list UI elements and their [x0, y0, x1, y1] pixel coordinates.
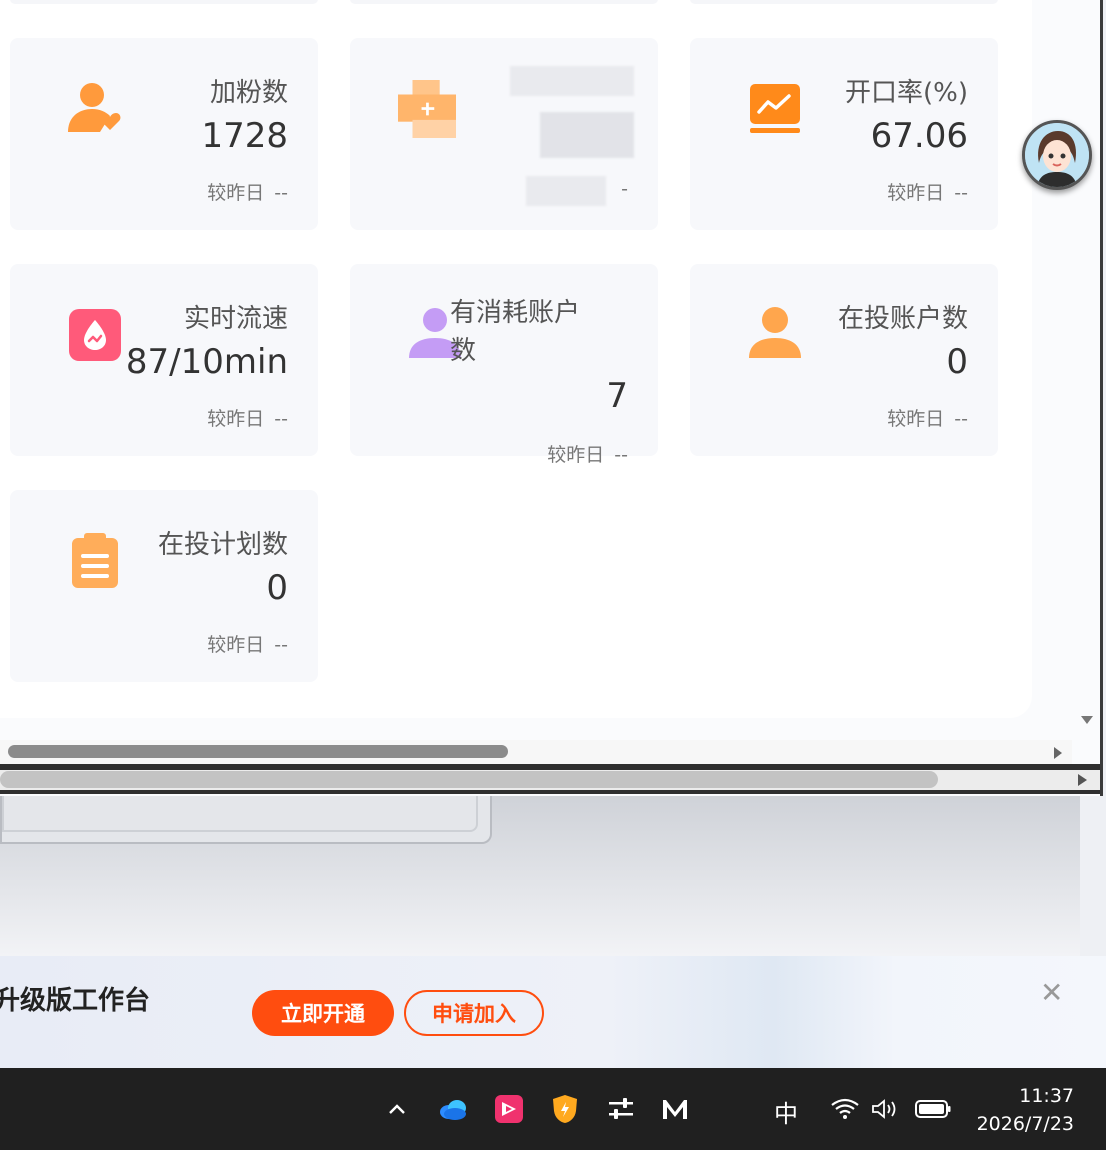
card-compare: 较昨日 -- [207, 404, 288, 431]
sliders-icon[interactable] [606, 1094, 636, 1124]
card-compare: 较昨日 -- [887, 404, 968, 431]
clock-date: 2026/7/23 [976, 1113, 1074, 1135]
system-clock[interactable]: 11:37 2026/7/23 [977, 1082, 1074, 1138]
user-orange-icon [746, 306, 804, 364]
card-value: 87/10min [125, 342, 288, 382]
compare-value: -- [614, 444, 628, 466]
wifi-icon[interactable] [830, 1094, 860, 1124]
background-window-edge [0, 796, 492, 844]
blurred-title [510, 66, 634, 96]
volume-icon[interactable] [870, 1094, 900, 1124]
dashboard-panel: 加粉数 1728 较昨日 -- - 开口率(%) 67.06 较昨日 -- 实时… [0, 0, 1032, 718]
apply-join-button[interactable]: 申请加入 [404, 990, 544, 1036]
card-value: 67.06 [870, 116, 968, 156]
app-pink-icon[interactable] [494, 1094, 524, 1124]
card-value: 0 [266, 568, 288, 608]
card-compare: 较昨日 -- [207, 178, 288, 205]
blurred-value [540, 112, 634, 158]
card-title: 在投计划数 [157, 530, 288, 560]
card-compare: 较昨日 -- [547, 440, 628, 467]
promo-text: 升级版工作台 [0, 986, 151, 1016]
trend-chart-icon [746, 80, 804, 138]
mi-logo-icon[interactable] [660, 1094, 690, 1124]
card-compare: 较昨日 -- [207, 630, 288, 657]
compare-label: 较昨日 [887, 182, 945, 204]
scrollbar-thumb[interactable] [0, 771, 938, 788]
clock-time: 11:37 [1019, 1085, 1074, 1107]
shield-icon[interactable] [550, 1094, 580, 1124]
stat-card-flow-rate[interactable]: 实时流速 87/10min 较昨日 -- [10, 264, 318, 456]
assistant-avatar-button[interactable] [1022, 120, 1092, 190]
compare-value: -- [274, 634, 288, 656]
blurred-add-icon [398, 80, 456, 138]
user-heart-icon [66, 80, 124, 138]
stat-card-active-accounts[interactable]: 在投账户数 0 较昨日 -- [690, 264, 998, 456]
browser-window: 加粉数 1728 较昨日 -- - 开口率(%) 67.06 较昨日 -- 实时… [0, 0, 1103, 796]
blurred-compare [526, 176, 606, 206]
card-title: 在投账户数 [837, 304, 968, 334]
scroll-right-arrow-icon[interactable] [1078, 774, 1087, 786]
card-value: 1728 [201, 116, 288, 156]
card-value: 0 [946, 342, 968, 382]
flow-drop-icon [66, 306, 124, 364]
stat-card-blurred[interactable]: - [350, 38, 658, 230]
stat-card-open-rate[interactable]: 开口率(%) 67.06 较昨日 -- [690, 38, 998, 230]
card-title: 实时流速 [183, 304, 288, 334]
compare-value: -- [954, 408, 968, 430]
promo-banner: 升级版工作台 立即开通 申请加入 ✕ [0, 956, 1106, 1068]
taskbar: 中 11:37 2026/7/23 [0, 1068, 1106, 1150]
compare-value: -- [274, 408, 288, 430]
compare-label: 较昨日 [547, 444, 605, 466]
stat-card-consuming-accounts[interactable]: 有消耗账户数 7 较昨日 -- [350, 264, 658, 466]
compare-value: -- [274, 182, 288, 204]
card-title: 加粉数 [209, 78, 288, 108]
compare-label: 较昨日 [207, 408, 265, 430]
scrollbar-thumb[interactable] [8, 745, 508, 758]
inner-horizontal-scrollbar[interactable] [0, 740, 1072, 764]
compare-label: 较昨日 [207, 634, 265, 656]
card-compare: 较昨日 -- [887, 178, 968, 205]
card-title: 有消耗账户数 [450, 298, 581, 366]
compare-label: 较昨日 [887, 408, 945, 430]
scroll-down-arrow-icon[interactable] [1081, 716, 1093, 724]
clipboard-icon [66, 532, 124, 590]
compare-label: 较昨日 [207, 182, 265, 204]
stat-card-active-plans[interactable]: 在投计划数 0 较昨日 -- [10, 490, 318, 682]
card-row-top-edge [10, 0, 318, 4]
scroll-right-arrow-icon[interactable] [1054, 747, 1062, 759]
card-value: 7 [606, 376, 628, 416]
card-row-top-edge [690, 0, 998, 4]
background-window-inner-edge [2, 796, 478, 832]
close-icon[interactable]: ✕ [1040, 976, 1063, 1009]
outer-horizontal-scrollbar[interactable] [0, 764, 1100, 794]
battery-icon[interactable] [914, 1094, 952, 1124]
compare-value: -- [954, 182, 968, 204]
stat-card-fans[interactable]: 加粉数 1728 较昨日 -- [10, 38, 318, 230]
chevron-up-icon[interactable] [382, 1094, 412, 1124]
compare-value: - [621, 178, 628, 200]
input-method-indicator[interactable]: 中 [774, 1094, 798, 1129]
cloud-icon[interactable] [438, 1094, 468, 1124]
card-title: 开口率(%) [845, 78, 968, 108]
avatar-icon [1025, 123, 1089, 187]
activate-now-button[interactable]: 立即开通 [252, 990, 394, 1036]
card-row-top-edge [350, 0, 658, 4]
